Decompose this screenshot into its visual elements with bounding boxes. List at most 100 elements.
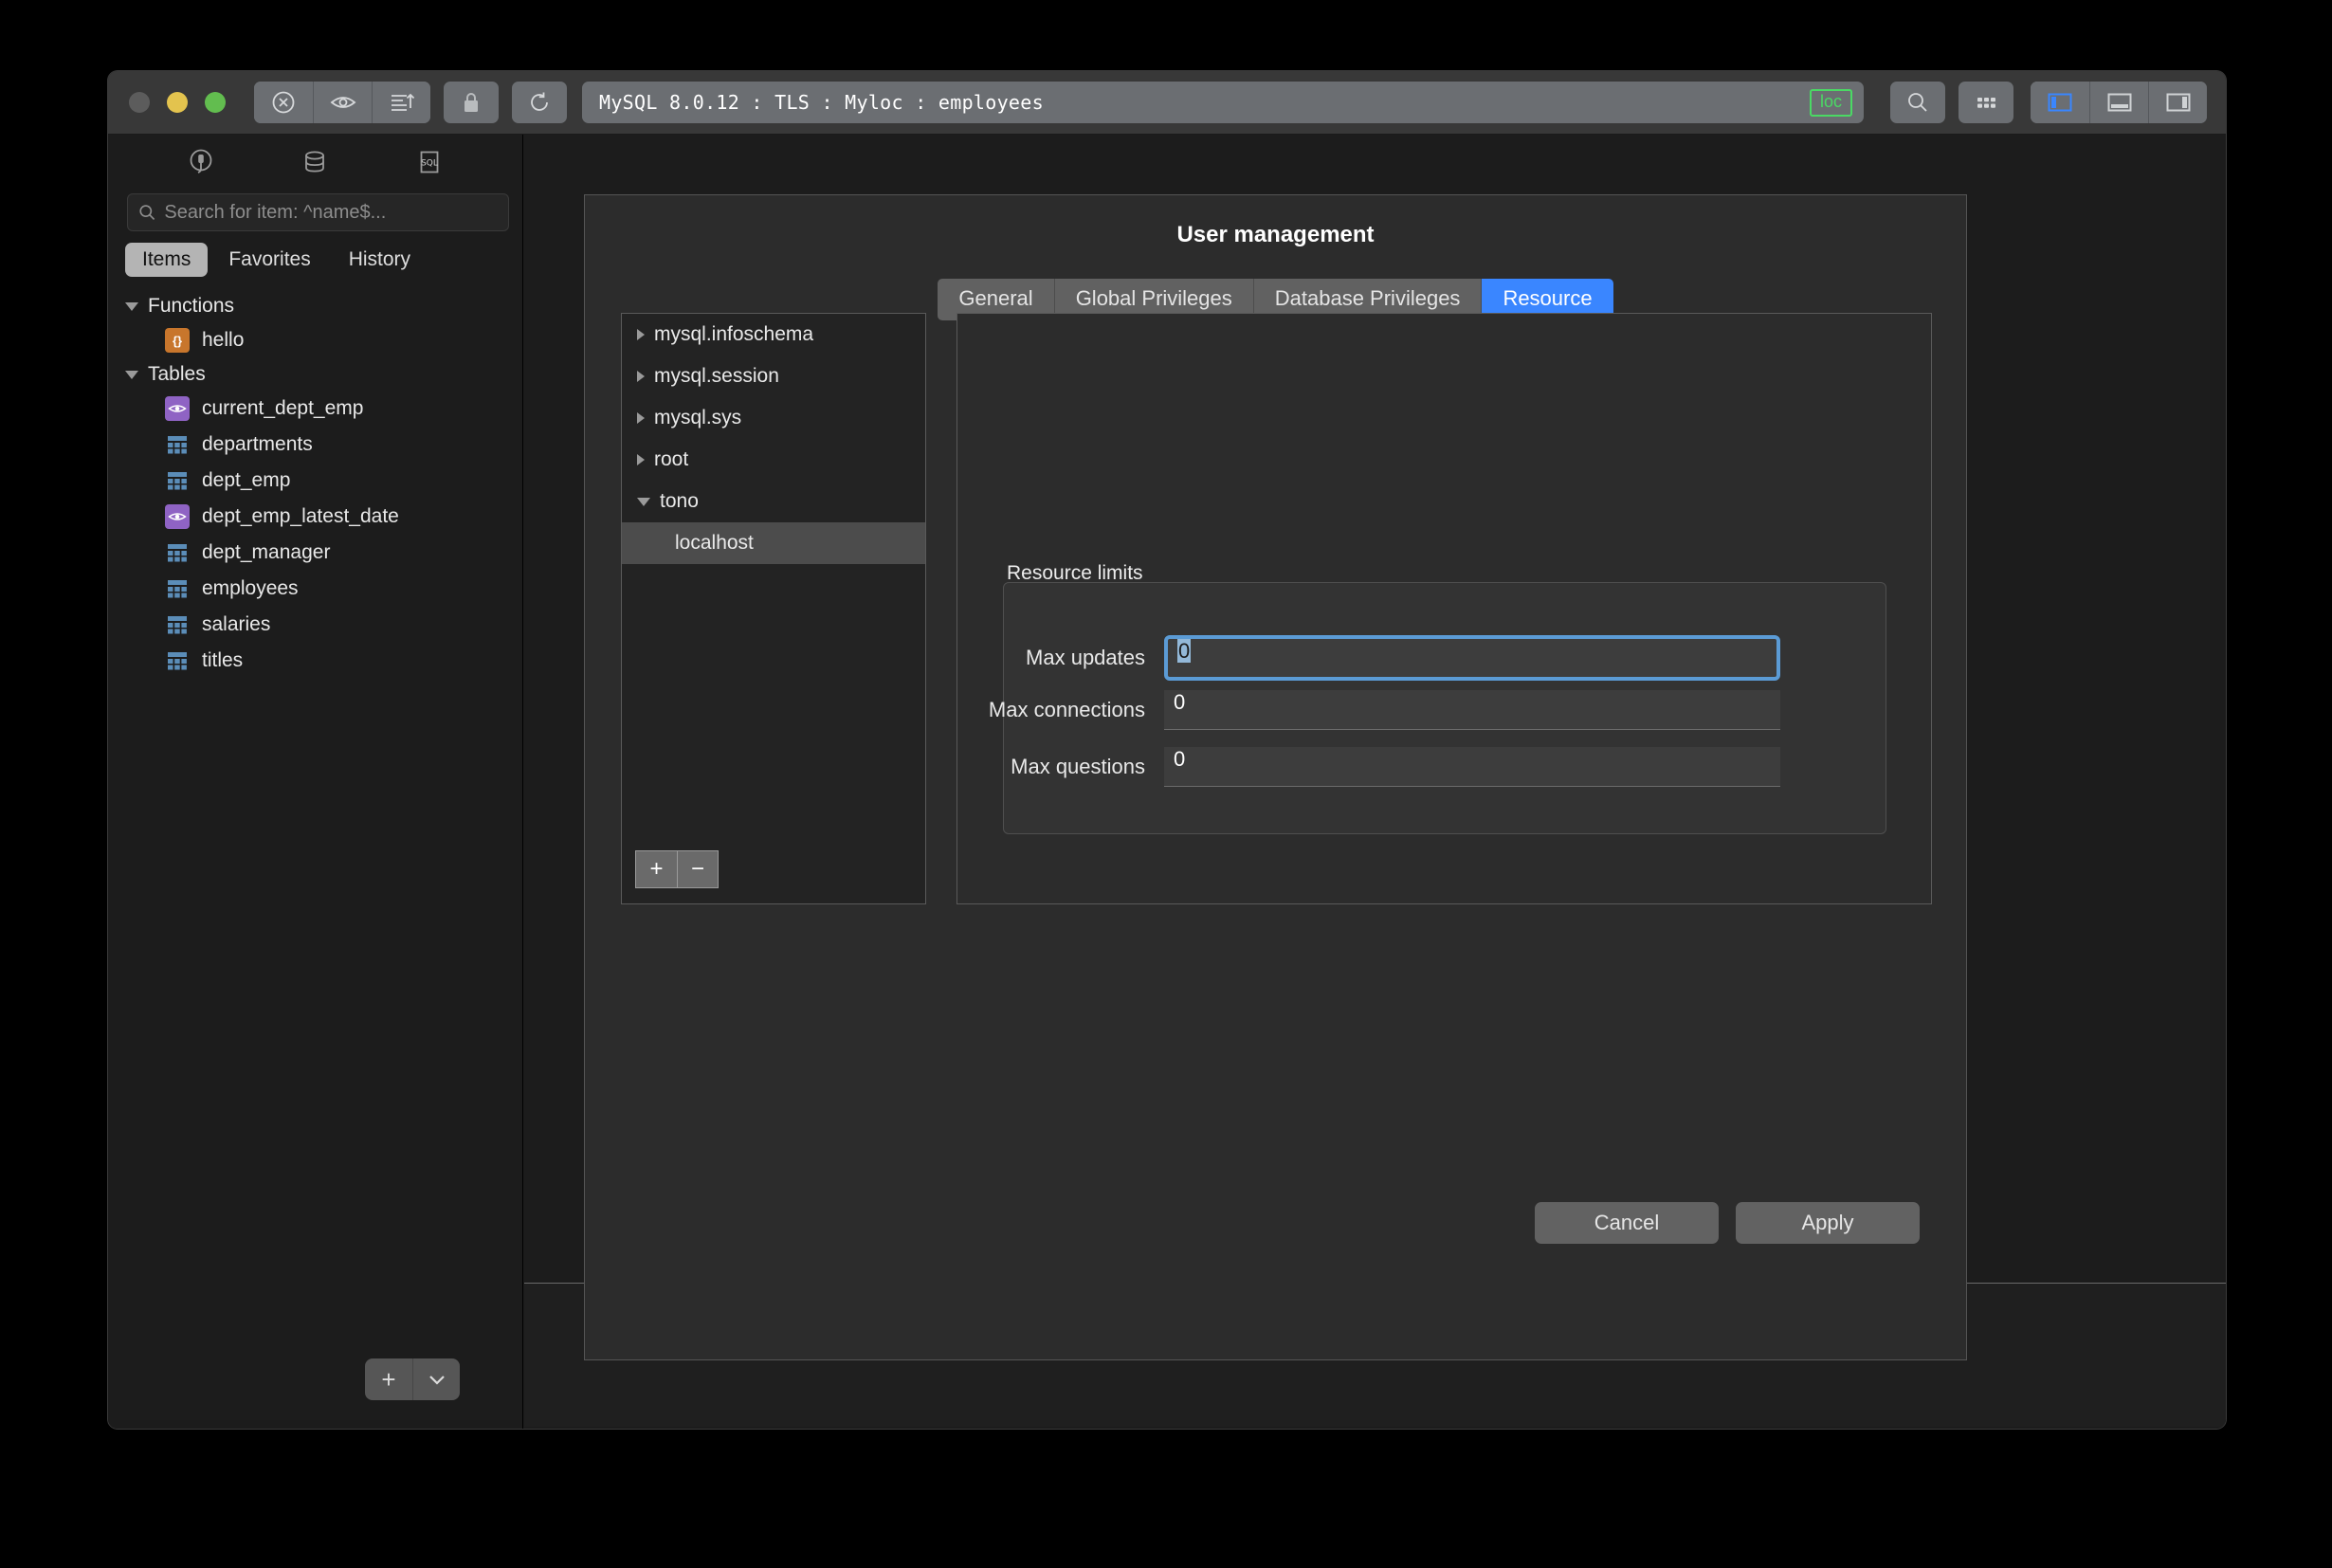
user-list[interactable]: mysql.infoschema mysql.session mysql.sys… [621,313,926,904]
table-icon [165,576,190,601]
remove-user-button[interactable]: − [677,851,718,887]
tree-item-employees[interactable]: employees [108,571,522,607]
sql-icon: SQL [420,151,439,173]
maximize-window-button[interactable] [205,92,226,113]
panel-toggle-group [2031,82,2207,123]
field-row-max-updates: Max updates 0 [957,635,1931,681]
minimize-window-button[interactable] [167,92,188,113]
search-input[interactable] [164,201,499,224]
user-label: mysql.session [654,365,779,387]
tree-item-label: hello [202,329,245,351]
user-row[interactable]: mysql.session [622,356,925,397]
user-row[interactable]: mysql.infoschema [622,314,925,356]
search-icon [1908,93,1927,112]
bottom-panel-toggle[interactable] [2089,82,2148,123]
sidebar-database-tab[interactable] [294,143,336,181]
left-sidebar: SQL Items Favorites History Functions [108,135,523,1429]
sidebar-tab-favorites[interactable]: Favorites [211,243,327,277]
cancel-button[interactable]: Cancel [1535,1202,1719,1244]
database-icon [305,151,325,173]
tree-item-dept-manager[interactable]: dept_manager [108,535,522,571]
user-list-buttons: + − [635,850,719,888]
max-updates-label: Max updates [1026,646,1145,669]
chevron-right-icon[interactable] [637,412,645,424]
tree-item-label: current_dept_emp [202,397,364,419]
max-questions-input[interactable]: 0 [1164,747,1780,787]
tree-item-departments[interactable]: departments [108,427,522,463]
user-row[interactable]: tono [622,481,925,522]
apply-button[interactable]: Apply [1736,1202,1920,1244]
tree-group-label: Functions [148,295,235,317]
preview-button[interactable] [313,82,372,123]
toolbar-right-group [1877,82,2207,123]
resource-tab-panel: Resource limits Max updates 0 Max connec… [956,313,1932,904]
max-connections-input[interactable]: 0 [1164,690,1780,730]
table-icon [165,432,190,457]
user-row[interactable]: root [622,439,925,481]
tree-item-dept-emp-latest-date[interactable]: dept_emp_latest_date [108,499,522,535]
user-label: tono [660,490,699,512]
chevron-down-icon[interactable] [637,497,650,506]
connection-title-field[interactable]: MySQL 8.0.12 : TLS : Myloc : employees l… [582,82,1864,123]
eye-icon [330,97,355,108]
user-management-dialog: User management General Global Privilege… [584,194,1967,1360]
sidebar-search-wrapper [108,190,522,231]
max-connections-label: Max connections [988,698,1145,721]
export-button[interactable] [372,82,430,123]
refresh-icon [531,92,548,111]
user-host-row[interactable]: localhost [622,522,925,564]
stop-circle-icon [272,91,295,114]
bottom-panel-icon [2107,93,2131,112]
sidebar-tab-items[interactable]: Items [125,243,209,277]
add-user-button[interactable]: + [636,851,677,887]
table-icon [165,468,190,493]
grid-button[interactable] [1959,82,2013,123]
tree-item-current-dept-emp[interactable]: current_dept_emp [108,391,522,427]
tree-group-functions[interactable]: Functions [108,290,522,322]
lock-button[interactable] [444,82,499,123]
search-box[interactable] [127,193,509,231]
left-panel-toggle[interactable] [2031,82,2089,123]
tree-group-tables[interactable]: Tables [108,358,522,391]
user-host-label: localhost [675,532,754,554]
svg-text:SQL: SQL [421,159,438,169]
sidebar-connection-tab[interactable] [180,143,222,181]
sidebar-sql-tab[interactable]: SQL [409,143,450,181]
tree-item-label: employees [202,577,299,599]
max-updates-input[interactable]: 0 [1164,635,1780,681]
function-icon: {} [165,328,190,353]
user-label: mysql.sys [654,407,742,428]
window-controls [129,92,226,113]
tree-item-label: dept_emp_latest_date [202,505,399,527]
max-questions-value: 0 [1174,747,1186,771]
right-panel-toggle[interactable] [2148,82,2207,123]
tree-item-hello[interactable]: {} hello [108,322,522,358]
search-button[interactable] [1890,82,1945,123]
tree-item-label: salaries [202,613,271,635]
dialog-title: User management [1176,222,1375,247]
close-window-button[interactable] [129,92,150,113]
tree-item-label: dept_emp [202,469,291,491]
sidebar-add-dropdown-button[interactable] [412,1358,460,1400]
tree-item-dept-emp[interactable]: dept_emp [108,463,522,499]
sidebar-tab-history[interactable]: History [332,243,428,277]
tree-item-titles[interactable]: titles [108,643,522,679]
sidebar-add-button[interactable]: + [365,1358,412,1400]
table-icon [165,648,190,673]
chevron-right-icon[interactable] [637,371,645,382]
chevron-down-icon [125,301,138,311]
tree-item-label: dept_manager [202,541,331,563]
user-row[interactable]: mysql.sys [622,397,925,439]
tree-item-salaries[interactable]: salaries [108,607,522,643]
field-row-max-questions: Max questions 0 [957,747,1931,787]
connection-plug-icon [190,149,212,173]
application-window: MySQL 8.0.12 : TLS : Myloc : employees l… [108,71,2226,1429]
sidebar-add-group: + [365,1358,460,1400]
stop-button[interactable] [254,82,313,123]
chevron-right-icon[interactable] [637,329,645,340]
title-bar: MySQL 8.0.12 : TLS : Myloc : employees l… [108,71,2226,135]
search-icon [139,205,155,220]
grid-icon [1977,98,1995,108]
refresh-button[interactable] [512,82,567,123]
chevron-right-icon[interactable] [637,454,645,465]
